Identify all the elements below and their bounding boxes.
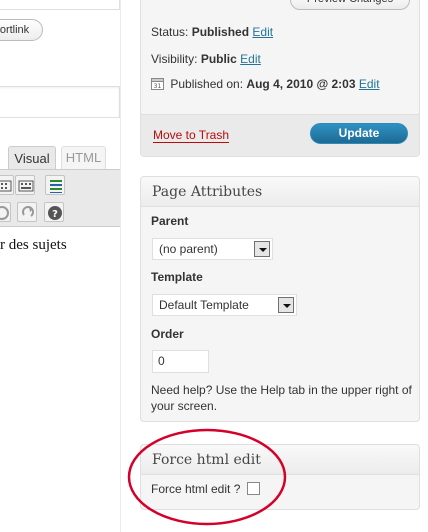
undo-icon[interactable] — [0, 202, 11, 222]
parent-select[interactable]: (no parent) — [152, 238, 273, 260]
published-edit-link[interactable]: Edit — [359, 77, 380, 91]
tab-visual[interactable]: Visual — [8, 146, 56, 170]
update-button[interactable]: Update — [310, 123, 408, 144]
page-attributes-header[interactable]: Page Attributes — [141, 177, 419, 207]
published-date-row: 31 Published on: Aug 4, 2010 @ 2:03 Edit — [151, 77, 380, 93]
chevron-down-icon — [278, 297, 294, 313]
title-box — [0, 0, 120, 10]
help-text: Need help? Use the Help tab in the upper… — [151, 383, 412, 413]
svg-text:?: ? — [52, 209, 58, 220]
published-label: Published on: — [170, 77, 244, 91]
visibility-edit-link[interactable]: Edit — [240, 52, 261, 66]
parent-label: Parent — [151, 214, 189, 228]
editor-content-text: r des sujets — [0, 237, 67, 253]
template-select[interactable]: Default Template — [152, 294, 297, 316]
visibility-value: Public — [200, 52, 237, 66]
help-icon[interactable]: ? — [44, 202, 64, 222]
status-edit-link[interactable]: Edit — [252, 25, 273, 39]
move-to-trash-link[interactable]: Move to Trash — [153, 128, 230, 143]
post-editor: ortlink Visual HTML ? r des sujets — [0, 0, 122, 532]
justify-icon[interactable] — [45, 175, 65, 195]
order-input[interactable]: 0 — [152, 350, 209, 373]
visibility-label: Visibility: — [151, 52, 198, 66]
template-label: Template — [151, 270, 203, 284]
page-attributes-title: Page Attributes — [152, 184, 263, 200]
parent-select-value: (no parent) — [159, 242, 218, 256]
template-select-value: Default Template — [159, 298, 249, 312]
svg-text:31: 31 — [154, 83, 162, 90]
redo-icon[interactable] — [17, 202, 37, 222]
editor-content-area[interactable] — [0, 227, 121, 532]
calendar-icon: 31 — [151, 77, 164, 93]
status-value: Published — [191, 25, 250, 39]
tab-html[interactable]: HTML — [61, 146, 106, 169]
chevron-down-icon — [254, 241, 270, 257]
published-value: Aug 4, 2010 @ 2:03 — [246, 77, 356, 91]
status-label: Status: — [151, 25, 189, 39]
order-label: Order — [151, 327, 184, 341]
post-title-input[interactable] — [0, 86, 120, 118]
status-row: Status: Published Edit — [151, 25, 273, 39]
fullscreen-icon[interactable] — [0, 175, 14, 195]
get-shortlink-button[interactable]: ortlink — [0, 19, 43, 41]
visibility-row: Visibility: Public Edit — [151, 52, 261, 66]
highlight-ellipse — [127, 428, 287, 526]
column-divider — [120, 0, 121, 532]
kitchen-sink-icon[interactable] — [15, 175, 35, 195]
preview-changes-button[interactable]: Preview Changes — [290, 0, 410, 10]
